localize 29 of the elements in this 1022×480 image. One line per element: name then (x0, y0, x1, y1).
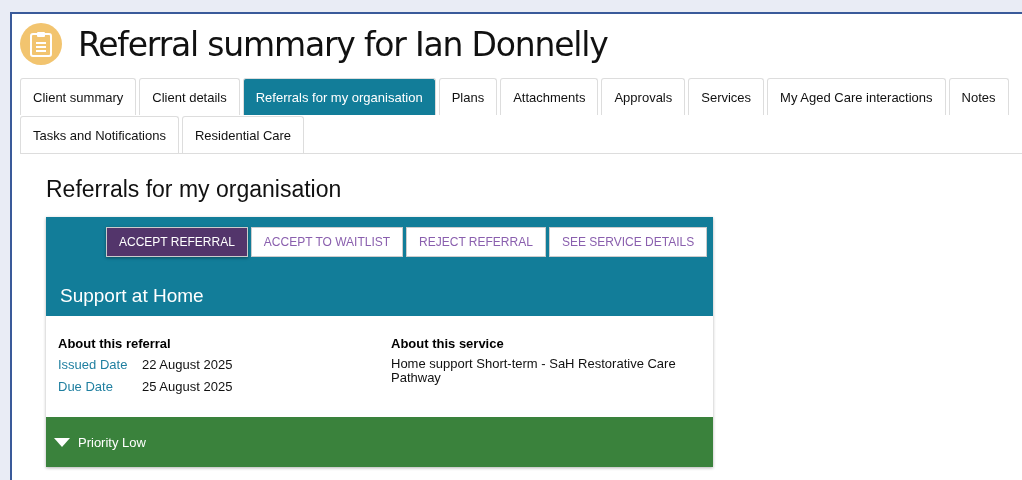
clipboard-icon (20, 23, 62, 65)
program-title: Support at Home (60, 285, 205, 307)
tab[interactable]: My Aged Care interactions (767, 78, 946, 115)
tab[interactable]: Plans (438, 78, 498, 115)
caret-icon (54, 437, 70, 447)
tab[interactable]: Referrals for my organisation (242, 78, 436, 115)
action-button[interactable]: ACCEPT TO WAITLIST (250, 227, 404, 257)
service-description: Home support Short-term - SaH Restorative Care Pathway (391, 357, 677, 385)
tab[interactable]: Approvals (601, 78, 686, 115)
field-value: 25 August 2025 (142, 379, 233, 394)
tab[interactable]: Tasks and Notifications (20, 116, 179, 153)
page-title: Referral summary for Ian Donnelly (78, 24, 608, 64)
action-button[interactable]: REJECT REFERRAL (406, 227, 546, 257)
tab[interactable]: Attachments (500, 78, 599, 115)
priority-bar[interactable]: Priority Low (46, 417, 713, 467)
priority-label: Priority Low (78, 434, 146, 450)
tab[interactable]: Notes (948, 78, 1009, 115)
tab[interactable]: Client summary (20, 78, 137, 115)
action-button[interactable]: SEE SERVICE DETAILS (548, 227, 708, 257)
field-label: Issued Date (58, 357, 129, 372)
accept-button[interactable]: ACCEPT REFERRAL (106, 227, 248, 257)
tab[interactable]: Client details (139, 78, 240, 115)
section-heading: About this service (391, 336, 505, 351)
section-heading: About this referral (58, 336, 172, 351)
section-title: Referrals for my organisation (46, 176, 343, 203)
tab[interactable]: Services (688, 78, 765, 115)
field-label: Due Date (58, 379, 114, 394)
field-value: 22 August 2025 (142, 357, 233, 372)
tab[interactable]: Residential Care (181, 116, 305, 153)
